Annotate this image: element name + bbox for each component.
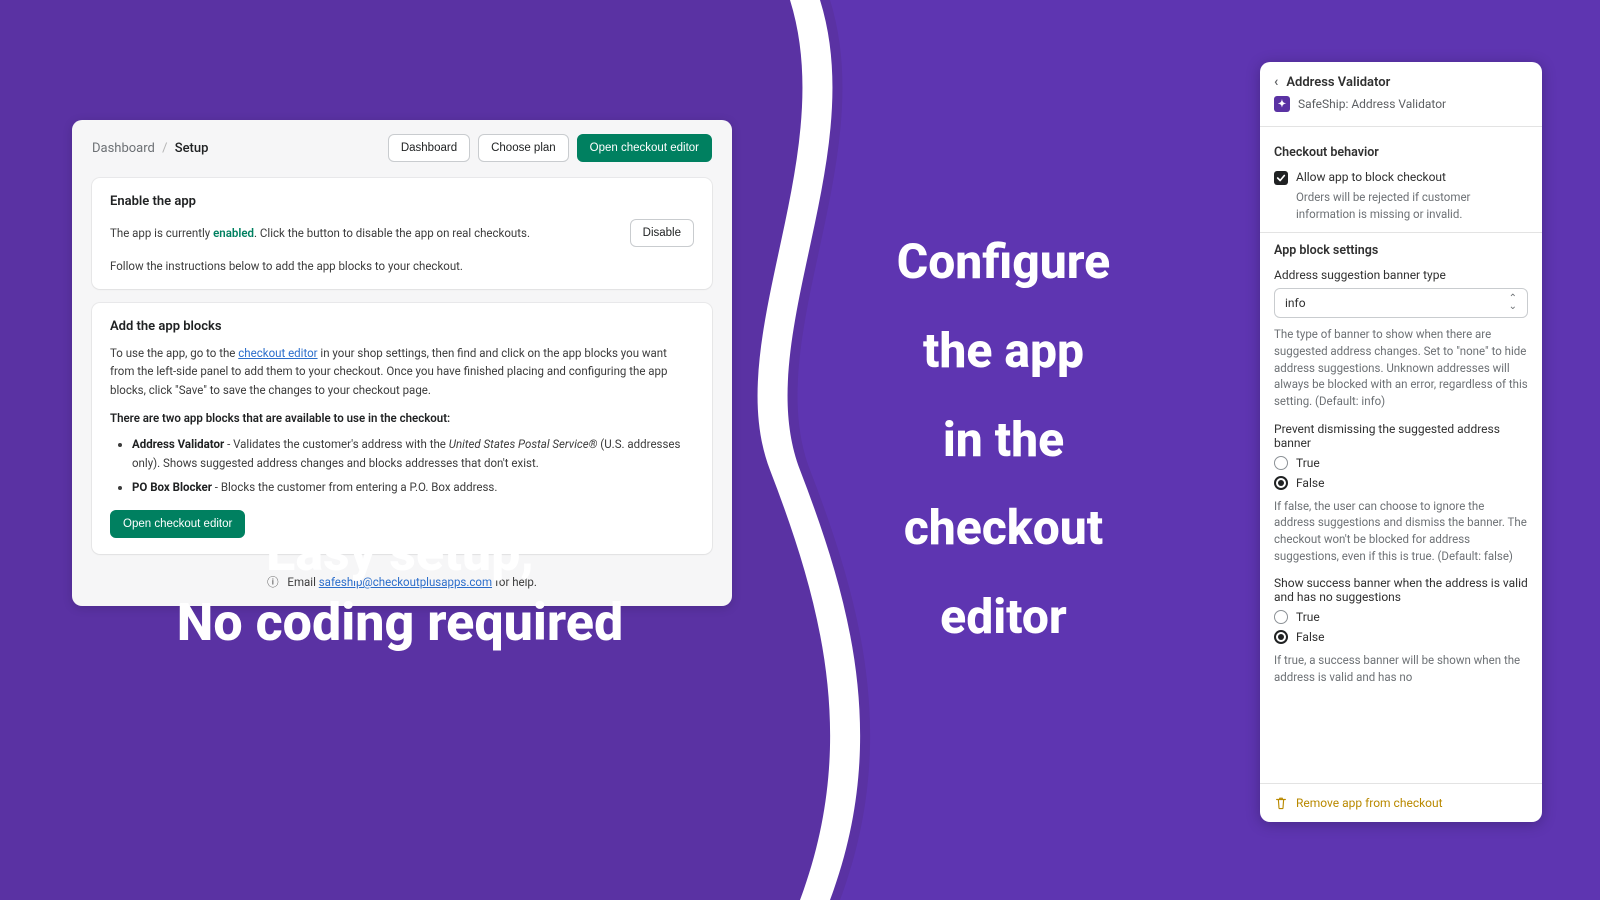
enable-follow-note: Follow the instructions below to add the… — [110, 259, 694, 273]
add-blocks-title: Add the app blocks — [110, 319, 694, 334]
enabled-word: enabled — [213, 226, 254, 240]
success-banner-label: Show success banner when the address is … — [1274, 576, 1528, 604]
banner-type-value: info — [1285, 296, 1306, 310]
banner-type-select[interactable]: info ⌃⌄ — [1274, 288, 1528, 318]
allow-block-checkbox[interactable] — [1274, 171, 1288, 185]
list-item: Address Validator - Validates the custom… — [132, 435, 694, 472]
dashboard-button[interactable]: Dashboard — [388, 134, 470, 162]
config-header: ‹ Address Validator ✦ SafeShip: Address … — [1260, 62, 1542, 122]
app-logo-icon: ✦ — [1274, 96, 1290, 112]
allow-block-label: Allow app to block checkout — [1296, 170, 1446, 184]
prevent-dismiss-label: Prevent dismissing the suggested address… — [1274, 422, 1528, 450]
app-block-settings-title: App block settings — [1274, 243, 1528, 258]
success-banner-true-radio[interactable]: True — [1274, 610, 1528, 624]
enable-app-card: Enable the app The app is currently enab… — [92, 178, 712, 289]
divider — [1260, 126, 1542, 127]
breadcrumb-current: Setup — [175, 141, 209, 156]
banner-type-help: The type of banner to show when there ar… — [1274, 326, 1528, 409]
choose-plan-button[interactable]: Choose plan — [478, 134, 569, 162]
setup-header: Dashboard / Setup Dashboard Choose plan … — [72, 120, 732, 172]
radio-icon — [1274, 610, 1288, 624]
config-title: Address Validator — [1286, 75, 1390, 90]
add-blocks-description: To use the app, go to the checkout edito… — [110, 344, 694, 399]
breadcrumb-separator: / — [158, 141, 171, 156]
breadcrumb: Dashboard / Setup — [92, 141, 208, 156]
config-panel: ‹ Address Validator ✦ SafeShip: Address … — [1260, 62, 1542, 822]
app-blocks-list: Address Validator - Validates the custom… — [132, 435, 694, 496]
config-subtitle: SafeShip: Address Validator — [1298, 97, 1446, 111]
allow-block-help: Orders will be rejected if customer info… — [1296, 189, 1528, 222]
open-checkout-editor-button[interactable]: Open checkout editor — [577, 134, 712, 162]
divider — [1260, 232, 1542, 233]
success-banner-false-radio[interactable]: False — [1274, 630, 1528, 644]
breadcrumb-root[interactable]: Dashboard — [92, 141, 155, 156]
chevron-updown-icon: ⌃⌄ — [1509, 295, 1517, 311]
trash-icon — [1274, 796, 1288, 810]
remove-app-label: Remove app from checkout — [1296, 796, 1443, 810]
add-app-blocks-card: Add the app blocks To use the app, go to… — [92, 303, 712, 554]
prevent-dismiss-true-radio[interactable]: True — [1274, 456, 1528, 470]
enable-status-text: The app is currently enabled. Click the … — [110, 226, 530, 240]
prevent-dismiss-help: If false, the user can choose to ignore … — [1274, 498, 1528, 565]
header-buttons: Dashboard Choose plan Open checkout edit… — [388, 134, 712, 162]
checkout-behavior-title: Checkout behavior — [1274, 145, 1528, 160]
radio-icon — [1274, 476, 1288, 490]
banner-type-label: Address suggestion banner type — [1274, 268, 1528, 282]
disable-button[interactable]: Disable — [630, 219, 694, 247]
left-promo-caption: Easy setup, No coding required — [70, 518, 730, 658]
remove-app-button[interactable]: Remove app from checkout — [1260, 783, 1542, 822]
checkout-editor-link[interactable]: checkout editor — [238, 346, 317, 360]
enable-app-title: Enable the app — [110, 194, 694, 209]
radio-icon — [1274, 456, 1288, 470]
radio-icon — [1274, 630, 1288, 644]
success-banner-help: If true, a success banner will be shown … — [1274, 652, 1528, 685]
prevent-dismiss-false-radio[interactable]: False — [1274, 476, 1528, 490]
back-icon[interactable]: ‹ — [1274, 74, 1278, 90]
right-promo-caption: Configure the app in the checkout editor — [846, 218, 1161, 662]
add-blocks-subhead: There are two app blocks that are availa… — [110, 411, 694, 425]
config-body: Checkout behavior Allow app to block che… — [1260, 131, 1542, 783]
list-item: PO Box Blocker - Blocks the customer fro… — [132, 478, 694, 496]
